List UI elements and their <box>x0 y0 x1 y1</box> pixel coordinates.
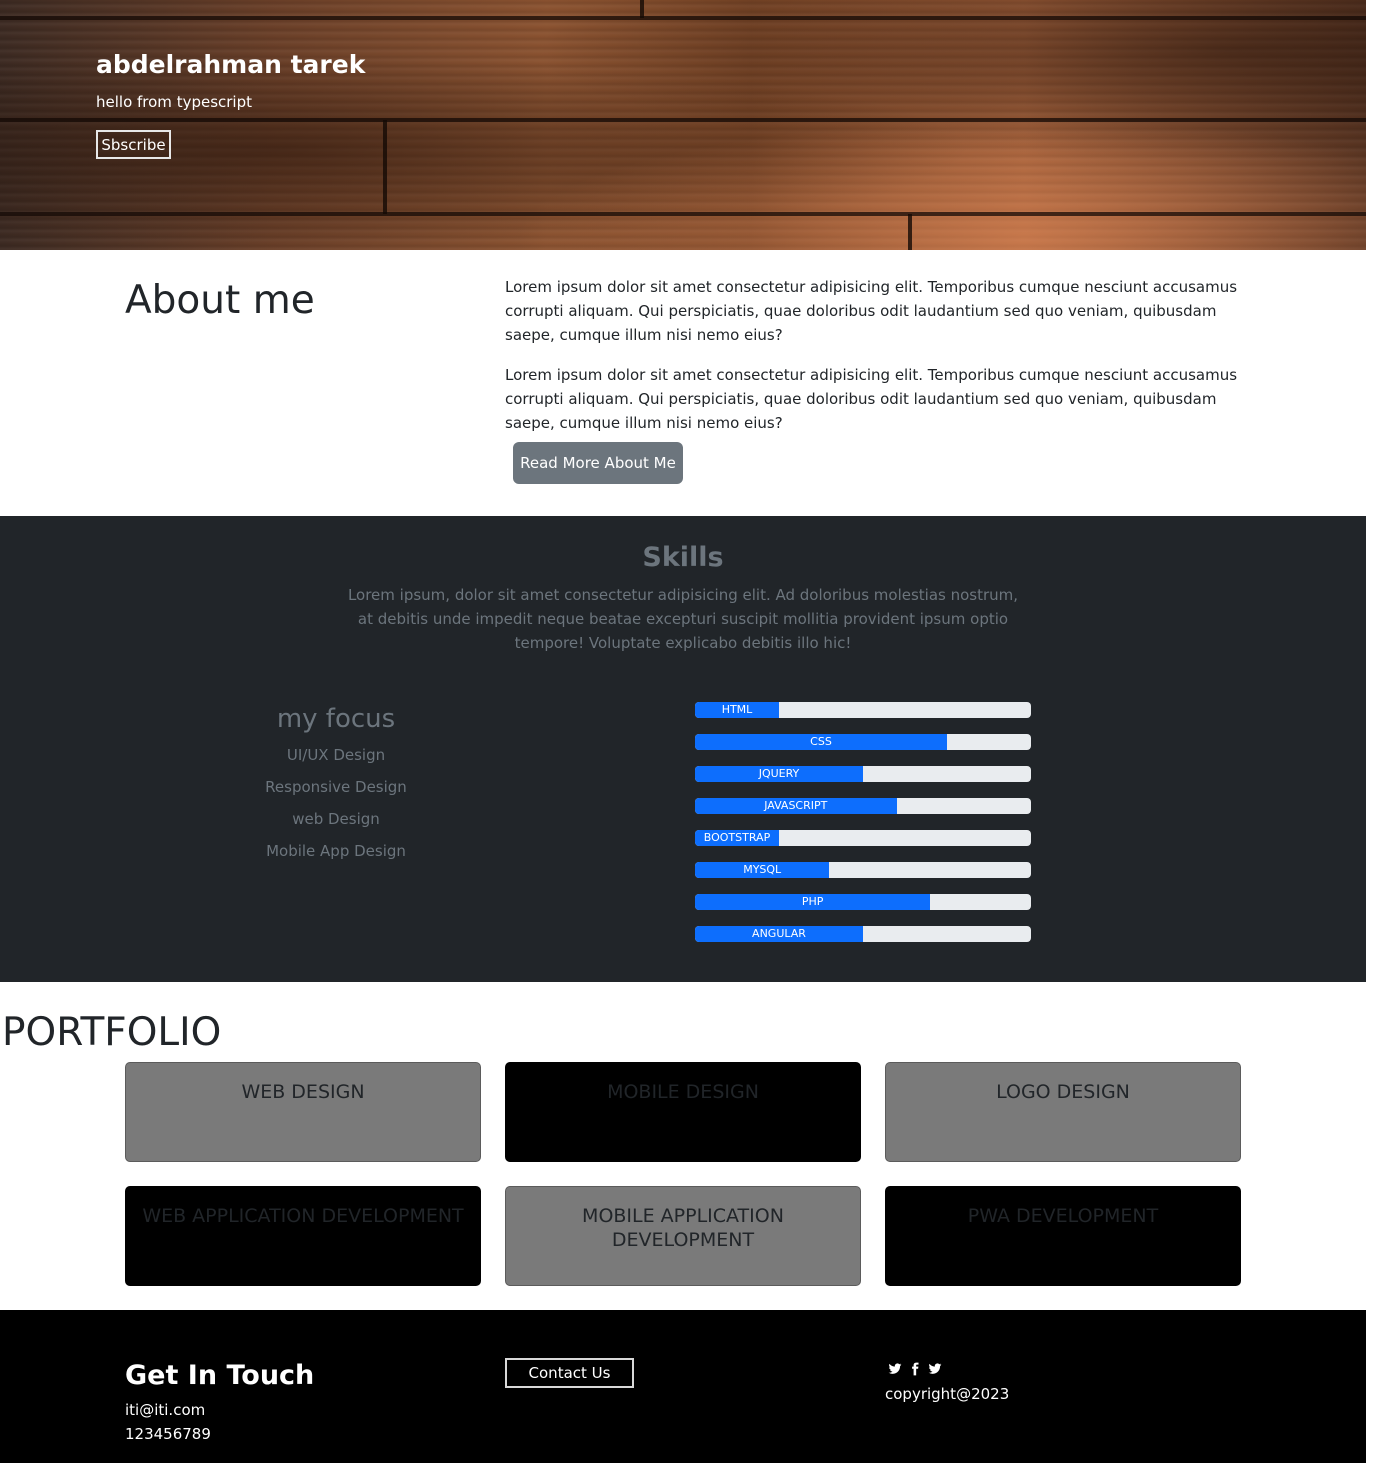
twitter-icon[interactable] <box>888 1361 902 1375</box>
progress-fill: JAVASCRIPT <box>695 798 897 814</box>
progress-fill: PHP <box>695 894 931 910</box>
hero-banner: abdelrahman tarek hello from typescript … <box>0 0 1366 250</box>
social-links <box>888 1361 942 1376</box>
skills-title: Skills <box>642 542 724 573</box>
portfolio-card-pwa-dev[interactable]: PWA DEVELOPMENT <box>885 1186 1241 1286</box>
focus-item: Responsive Design <box>265 778 407 796</box>
focus-item: web Design <box>292 810 380 828</box>
about-paragraph: Lorem ipsum dolor sit amet consectetur a… <box>505 278 1238 344</box>
portfolio-card-mobile-app-dev[interactable]: MOBILE APPLICATION DEVELOPMENT <box>505 1186 861 1286</box>
focus-list: UI/UX Design Responsive Design web Desig… <box>186 743 486 871</box>
progress-bar-php: PHP <box>695 894 1031 910</box>
footer-phone: 123456789 <box>125 1425 211 1443</box>
progress-fill: JQUERY <box>695 766 863 782</box>
focus-title: my focus <box>276 704 396 734</box>
wood-joint <box>383 120 387 214</box>
progress-bar-angular: ANGULAR <box>695 926 1031 942</box>
focus-item: UI/UX Design <box>286 746 386 764</box>
progress-fill: MYSQL <box>695 862 830 878</box>
progress-bar-javascript: JAVASCRIPT <box>695 798 1031 814</box>
footer-email: iti@iti.com <box>125 1401 206 1419</box>
portfolio-card-web-app-dev[interactable]: WEB APPLICATION DEVELOPMENT <box>125 1186 481 1286</box>
progress-bar-jquery: JQUERY <box>695 766 1031 782</box>
skills-description: Lorem ipsum, dolor sit amet consectetur … <box>347 586 1019 652</box>
skills-section: Skills Lorem ipsum, dolor sit amet conse… <box>0 516 1366 982</box>
read-more-button[interactable]: Read More About Me <box>513 442 683 484</box>
footer: Get In Touch iti@iti.com 123456789 Conta… <box>0 1310 1366 1463</box>
contact-us-button[interactable]: Contact Us <box>505 1358 634 1388</box>
wood-joint <box>908 214 912 250</box>
twitter-icon[interactable] <box>928 1361 942 1375</box>
subscribe-button[interactable]: Sbscribe <box>96 130 171 159</box>
progress-fill: BOOTSTRAP <box>695 830 779 846</box>
progress-fill: ANGULAR <box>695 926 863 942</box>
wood-plank-line <box>0 212 1366 216</box>
progress-fill: CSS <box>695 734 947 750</box>
progress-fill: HTML <box>695 702 779 718</box>
about-paragraph: Lorem ipsum dolor sit amet consectetur a… <box>505 366 1238 432</box>
wood-plank-line <box>0 118 1366 122</box>
hero-subtitle: hello from typescript <box>96 93 252 111</box>
portfolio-card-mobile-design[interactable]: MOBILE DESIGN <box>505 1062 861 1162</box>
progress-bar-css: CSS <box>695 734 1031 750</box>
portfolio-card-logo-design[interactable]: LOGO DESIGN <box>885 1062 1241 1162</box>
portfolio-title: PORTFOLIO <box>2 1010 222 1055</box>
about-title: About me <box>125 278 315 323</box>
progress-bar-bootstrap: BOOTSTRAP <box>695 830 1031 846</box>
facebook-icon[interactable] <box>908 1361 922 1376</box>
hero-title: abdelrahman tarek <box>96 50 366 79</box>
progress-bar-html: HTML <box>695 702 1031 718</box>
portfolio-card-web-design[interactable]: WEB DESIGN <box>125 1062 481 1162</box>
wood-plank-line <box>0 16 1366 20</box>
footer-title: Get In Touch <box>125 1360 315 1391</box>
focus-item: Mobile App Design <box>266 842 406 860</box>
wood-joint <box>640 0 644 18</box>
progress-bar-mysql: MYSQL <box>695 862 1031 878</box>
copyright-text: copyright@2023 <box>885 1385 1010 1403</box>
